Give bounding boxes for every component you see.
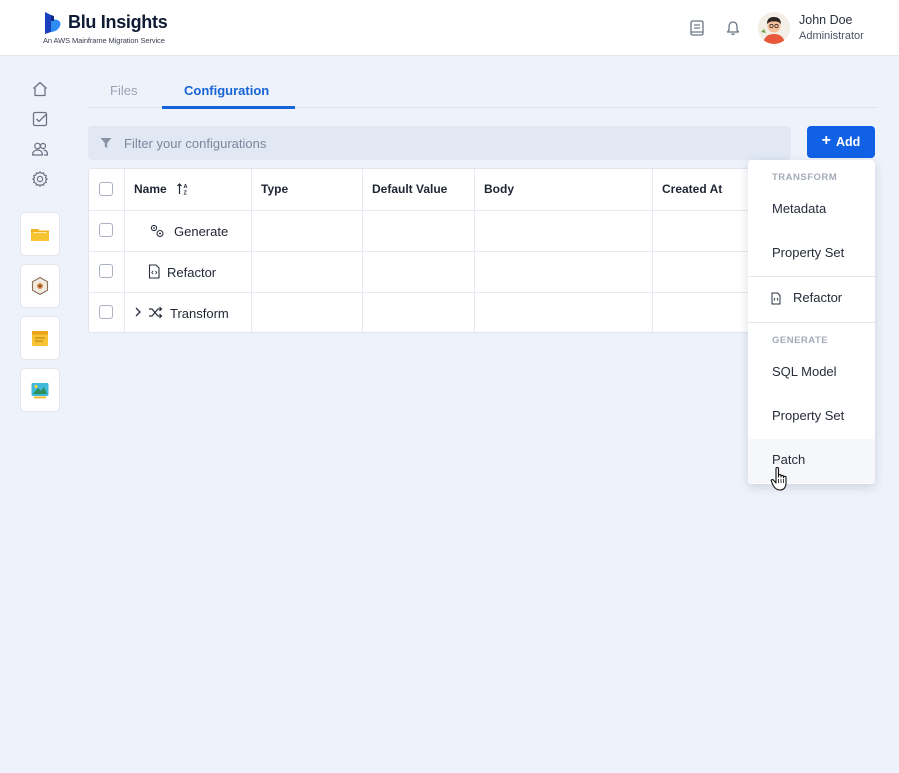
gears-icon	[150, 224, 164, 238]
column-header-type[interactable]: Type	[261, 182, 288, 196]
shuffle-icon	[149, 306, 163, 319]
row-name-generate[interactable]: Generate	[174, 224, 228, 239]
folder-icon	[31, 229, 49, 241]
app-tile-notes[interactable]	[20, 316, 60, 360]
add-dropdown-menu: TRANSFORM Metadata Property Set Refactor…	[748, 160, 875, 484]
users-icon[interactable]	[31, 140, 49, 158]
logo[interactable]: Blu Insights An AWS Mainframe Migration …	[43, 11, 173, 47]
row-name-transform[interactable]: Transform	[170, 306, 229, 321]
row-checkbox[interactable]	[99, 223, 113, 237]
menu-item-label: Property Set	[772, 408, 845, 423]
avatar[interactable]	[758, 12, 790, 44]
hand-pointer-cursor-icon	[770, 466, 787, 491]
user-name: John Doe	[799, 13, 853, 27]
row-checkbox[interactable]	[99, 264, 113, 278]
active-tab-indicator	[162, 106, 295, 109]
svg-text:A: A	[184, 184, 188, 190]
select-all-checkbox[interactable]	[99, 182, 113, 196]
add-button-label: Add	[836, 135, 861, 149]
configurations-table: Name A Z Type Default Value Body Created…	[88, 168, 776, 333]
tab-files[interactable]: Files	[110, 83, 137, 98]
row-name-refactor[interactable]: Refactor	[167, 265, 216, 280]
menu-item-label: Metadata	[772, 201, 827, 216]
filter-input[interactable]	[124, 126, 774, 160]
app-header: Blu Insights An AWS Mainframe Migration …	[0, 0, 899, 56]
svg-text:Z: Z	[184, 191, 188, 197]
app-title: Blu Insights	[68, 12, 168, 32]
sort-ascending-icon[interactable]: A Z	[176, 182, 190, 196]
hexagon-code-icon	[31, 276, 49, 296]
menu-item-label: Patch	[772, 452, 806, 467]
user-role: Administrator	[799, 30, 864, 42]
menu-divider	[748, 322, 875, 323]
user-avatar-icon	[758, 12, 790, 44]
row-checkbox[interactable]	[99, 305, 113, 319]
notes-icon	[32, 331, 48, 346]
home-icon[interactable]	[31, 80, 49, 98]
tab-configuration[interactable]: Configuration	[184, 83, 269, 98]
filter-funnel-icon	[100, 138, 112, 148]
app-tile-codebase[interactable]	[20, 264, 60, 308]
plus-icon: +	[821, 132, 832, 149]
menu-item-label: Refactor	[793, 290, 843, 305]
app-tile-folder[interactable]	[20, 212, 60, 256]
checkbox-tasks-icon[interactable]	[31, 110, 49, 128]
chevron-right-icon[interactable]	[133, 306, 143, 318]
menu-item-patch[interactable]: Patch	[748, 439, 875, 483]
bell-icon[interactable]	[724, 19, 742, 37]
menu-item-sql-model[interactable]: SQL Model	[748, 351, 875, 395]
row-divider	[89, 292, 775, 293]
settings-gear-icon[interactable]	[31, 170, 49, 188]
add-button[interactable]: + Add	[807, 126, 875, 158]
menu-item-property-set-transform[interactable]: Property Set	[748, 232, 875, 276]
app-tile-dashboard[interactable]	[20, 368, 60, 412]
menu-item-refactor[interactable]: Refactor	[748, 277, 875, 321]
row-divider	[89, 210, 775, 211]
menu-section-generate: GENERATE	[772, 335, 829, 346]
menu-item-label: Property Set	[772, 245, 845, 260]
code-file-icon	[771, 292, 781, 305]
menu-section-transform: TRANSFORM	[772, 172, 838, 183]
book-icon[interactable]	[688, 19, 706, 37]
menu-item-label: SQL Model	[772, 364, 837, 379]
column-header-default-value[interactable]: Default Value	[372, 182, 447, 196]
column-header-created-at[interactable]: Created At	[662, 182, 722, 196]
menu-item-metadata[interactable]: Metadata	[748, 188, 875, 232]
dashboard-image-icon	[31, 383, 49, 399]
column-header-body[interactable]: Body	[484, 182, 514, 196]
row-divider	[89, 251, 775, 252]
code-file-icon	[148, 264, 160, 279]
filter-bar	[88, 126, 791, 160]
column-header-name[interactable]: Name	[134, 182, 167, 196]
app-subtitle: An AWS Mainframe Migration Service	[43, 36, 165, 45]
menu-item-property-set-generate[interactable]: Property Set	[748, 395, 875, 439]
blu-logo-icon	[45, 12, 61, 34]
